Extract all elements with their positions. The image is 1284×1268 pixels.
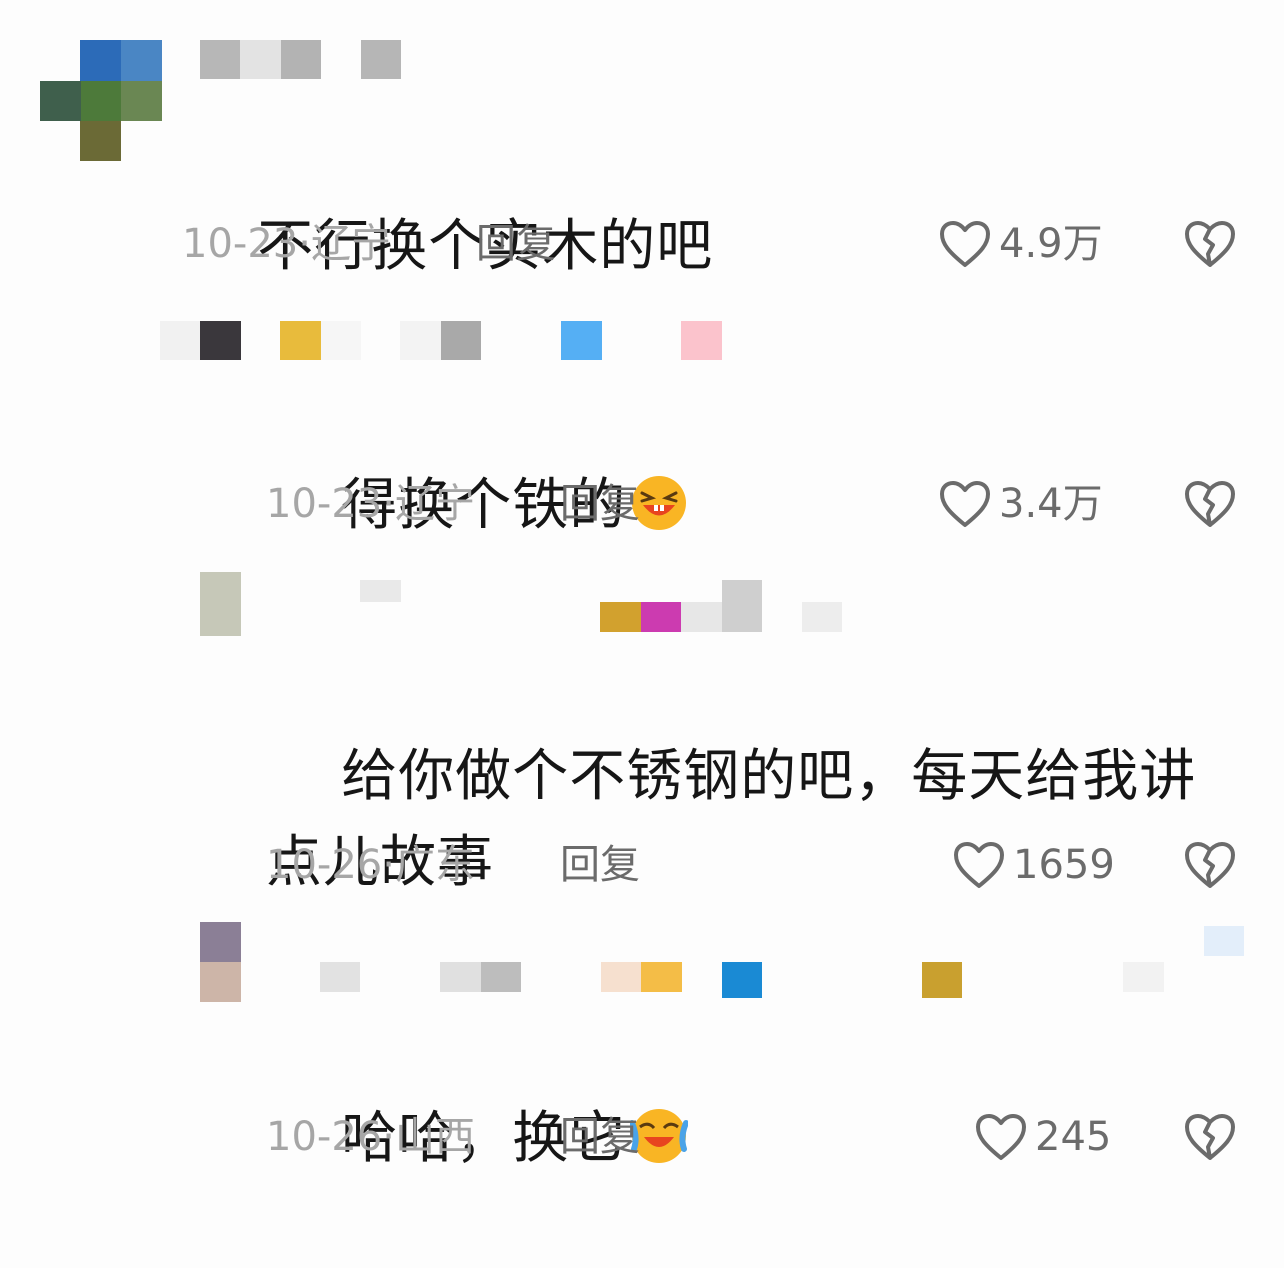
dislike-button[interactable] bbox=[1184, 1112, 1236, 1162]
dislike-button[interactable] bbox=[1184, 479, 1236, 529]
dislike-button[interactable] bbox=[1184, 219, 1236, 269]
reply-button[interactable]: 回复 bbox=[476, 219, 556, 269]
broken-heart-icon bbox=[1185, 842, 1235, 888]
reply-button[interactable]: 回复 bbox=[560, 840, 640, 890]
comment-meta: 10-26·山西 bbox=[266, 1114, 475, 1160]
like-count: 1659 bbox=[1013, 842, 1115, 888]
like-count: 3.4万 bbox=[999, 481, 1103, 527]
heart-icon bbox=[940, 221, 990, 267]
broken-heart-icon bbox=[1185, 221, 1235, 267]
username-pixelated[interactable] bbox=[200, 40, 402, 80]
username-pixelated[interactable] bbox=[320, 580, 940, 632]
heart-icon bbox=[954, 842, 1004, 888]
comment-text: 给你做个不锈钢的吧，每天给我讲点儿故事 bbox=[266, 744, 1197, 895]
reply-button[interactable]: 回复 bbox=[560, 479, 640, 529]
heart-icon bbox=[940, 481, 990, 527]
avatar[interactable] bbox=[200, 922, 241, 1002]
like-count: 245 bbox=[1035, 1114, 1112, 1160]
avatar[interactable] bbox=[200, 572, 241, 636]
username-pixelated[interactable] bbox=[160, 321, 722, 361]
broken-heart-icon bbox=[1185, 1114, 1235, 1160]
comment-meta: 10-23·辽宁 bbox=[182, 221, 391, 267]
like-button[interactable]: 245 bbox=[975, 1112, 1111, 1162]
like-count: 4.9万 bbox=[999, 221, 1103, 267]
username-pixelated[interactable] bbox=[320, 926, 1244, 1000]
comment-meta: 10-23·辽宁 bbox=[266, 481, 475, 527]
reply-button[interactable]: 回复 bbox=[560, 1112, 640, 1162]
like-button[interactable]: 1659 bbox=[953, 840, 1115, 890]
heart-icon bbox=[976, 1114, 1026, 1160]
like-button[interactable]: 4.9万 bbox=[939, 219, 1103, 269]
broken-heart-icon bbox=[1185, 481, 1235, 527]
avatar[interactable] bbox=[40, 40, 162, 162]
dislike-button[interactable] bbox=[1184, 840, 1236, 890]
comment-meta: 10-26·广东 bbox=[266, 842, 475, 888]
like-button[interactable]: 3.4万 bbox=[939, 479, 1103, 529]
